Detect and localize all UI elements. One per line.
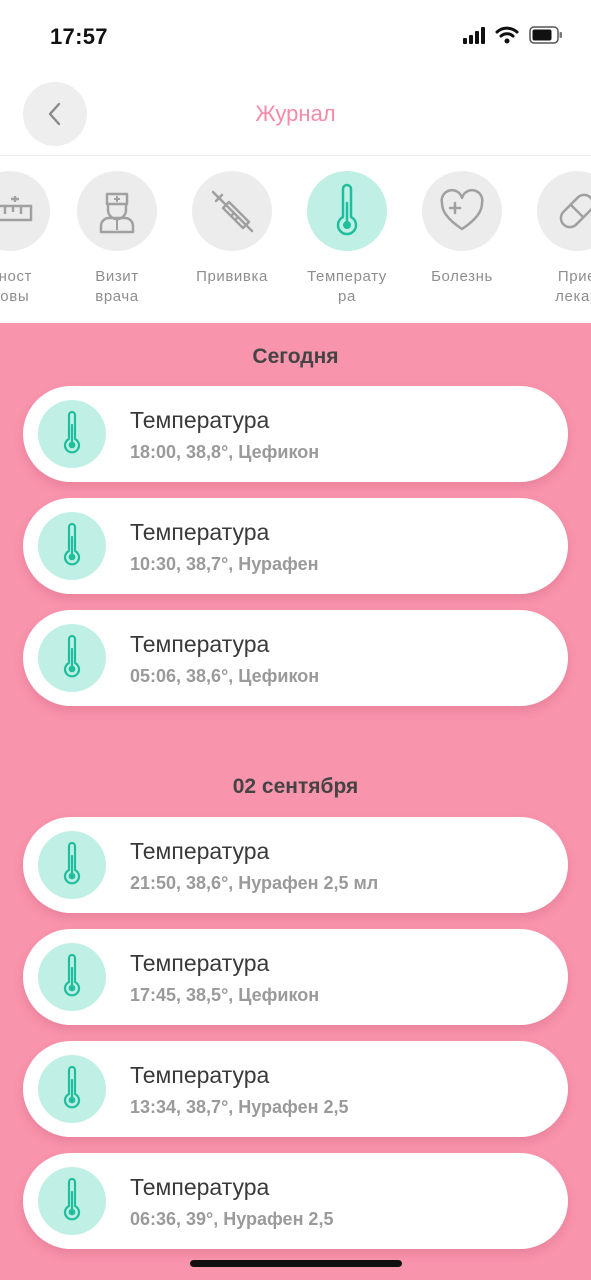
ruler-icon (0, 196, 33, 222)
heart-plus-icon (440, 189, 484, 231)
entry-subtitle: 18:00, 38,8°, Цефикон (130, 442, 320, 462)
doctor-icon (99, 192, 135, 234)
thermometer-icon (38, 1167, 106, 1235)
syringe-icon (211, 190, 254, 233)
entry-title: Температура (130, 407, 270, 433)
home-indicator[interactable] (190, 1260, 402, 1267)
entry-title: Температура (130, 519, 270, 545)
status-icons (463, 26, 563, 44)
thermometer-icon (38, 1055, 106, 1123)
pill-icon (559, 193, 591, 229)
category-illness[interactable]: Болезнь (407, 171, 517, 287)
journal-entry[interactable]: Температура 05:06, 38,6°, Цефикон (23, 610, 568, 706)
journal-entry[interactable]: Температура 18:00, 38,8°, Цефикон (23, 386, 568, 482)
category-label: жност ловы (0, 268, 33, 305)
thermometer-icon (38, 943, 106, 1011)
category-growth[interactable]: жност ловы (0, 171, 65, 307)
cellular-signal-icon (463, 26, 485, 44)
status-bar: 17:57 (0, 0, 591, 70)
category-medication[interactable]: Прие лекар (522, 171, 591, 307)
entry-title: Температура (130, 631, 270, 657)
category-label: Прие лекар (555, 268, 591, 305)
entry-title: Температура (130, 838, 270, 864)
section-title: 02 сентября (232, 775, 359, 798)
entry-subtitle: 10:30, 38,7°, Нурафен (130, 554, 319, 574)
category-label: Болезнь (431, 268, 493, 285)
journal-list[interactable]: Сегодня Температура 18:00, 38,8°, Цефико… (0, 323, 591, 1280)
status-time: 17:57 (50, 24, 108, 49)
page-title: Журнал (255, 101, 336, 126)
section-title: Сегодня (252, 345, 339, 368)
entry-title: Температура (130, 950, 270, 976)
entry-subtitle: 06:36, 39°, Нурафен 2,5 (130, 1209, 334, 1229)
entry-title: Температура (130, 1062, 270, 1088)
journal-entry[interactable]: Температура 06:36, 39°, Нурафен 2,5 (23, 1153, 568, 1249)
entry-subtitle: 05:06, 38,6°, Цефикон (130, 666, 320, 686)
entry-subtitle: 21:50, 38,6°, Нурафен 2,5 мл (130, 873, 379, 893)
entry-subtitle: 13:34, 38,7°, Нурафен 2,5 (130, 1097, 349, 1117)
header: Журнал (0, 70, 591, 156)
entry-title: Температура (130, 1174, 270, 1200)
category-vaccination[interactable]: Прививка (177, 171, 287, 287)
entry-subtitle: 17:45, 38,5°, Цефикон (130, 985, 320, 1005)
journal-entry[interactable]: Температура 10:30, 38,7°, Нурафен (23, 498, 568, 594)
category-label: Визит врача (95, 268, 139, 305)
wifi-icon (495, 26, 519, 44)
category-scroller[interactable]: жност ловы Визит врача (0, 157, 591, 323)
thermometer-icon (38, 831, 106, 899)
thermometer-icon (336, 183, 358, 236)
journal-entry[interactable]: Температура 13:34, 38,7°, Нурафен 2,5 (23, 1041, 568, 1137)
thermometer-icon (38, 624, 106, 692)
journal-entry[interactable]: Температура 17:45, 38,5°, Цефикон (23, 929, 568, 1025)
thermometer-icon (38, 512, 106, 580)
category-doctor-visit[interactable]: Визит врача (62, 171, 172, 307)
battery-icon (529, 26, 563, 44)
category-label: Температу ра (307, 268, 387, 305)
category-temperature[interactable]: Температу ра (292, 171, 402, 307)
journal-entry[interactable]: Температура 21:50, 38,6°, Нурафен 2,5 мл (23, 817, 568, 913)
category-label: Прививка (196, 268, 268, 285)
thermometer-icon (38, 400, 106, 468)
